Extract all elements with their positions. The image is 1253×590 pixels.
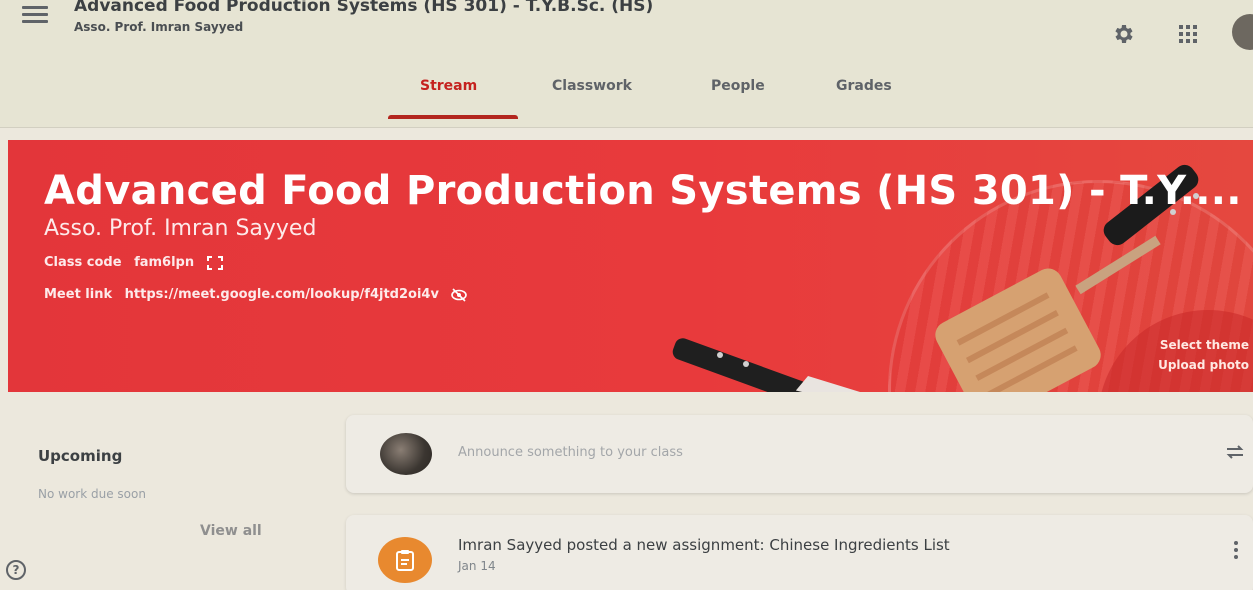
meet-link-row: Meet link https://meet.google.com/lookup… (44, 287, 468, 302)
class-code-label: Class code (44, 255, 122, 270)
select-theme-link[interactable]: Select theme (1160, 338, 1249, 352)
account-avatar[interactable] (1232, 14, 1253, 50)
tab-bar: Stream Classwork People Grades (0, 70, 1253, 120)
upcoming-title: Upcoming (38, 447, 123, 465)
tab-stream[interactable]: Stream (420, 78, 477, 94)
tab-grades[interactable]: Grades (836, 78, 892, 94)
page-subtitle: Asso. Prof. Imran Sayyed (74, 20, 244, 34)
upcoming-card: Upcoming No work due soon View all (20, 425, 330, 590)
class-banner: Advanced Food Production Systems (HS 301… (8, 140, 1253, 392)
app-bar: Advanced Food Production Systems (HS 301… (0, 0, 1253, 128)
assignment-icon[interactable] (378, 537, 432, 583)
class-title: Advanced Food Production Systems (HS 301… (44, 168, 1242, 214)
visibility-off-icon[interactable] (451, 287, 468, 302)
upload-photo-link[interactable]: Upload photo (1158, 358, 1249, 372)
active-tab-indicator (388, 115, 518, 119)
page-title: Advanced Food Production Systems (HS 301… (74, 0, 654, 16)
user-avatar (380, 433, 432, 475)
gear-icon[interactable] (1111, 22, 1135, 46)
post-date: Jan 14 (458, 559, 496, 573)
fullscreen-icon[interactable] (206, 255, 223, 270)
class-code-row: Class code fam6lpn (44, 255, 223, 270)
apps-grid-icon[interactable] (1176, 22, 1200, 46)
tab-classwork[interactable]: Classwork (552, 78, 632, 94)
view-all-link[interactable]: View all (200, 523, 262, 539)
class-code-value: fam6lpn (134, 255, 195, 270)
teacher-name: Asso. Prof. Imran Sayyed (44, 216, 317, 241)
announce-placeholder[interactable]: Announce something to your class (458, 445, 683, 460)
repost-icon[interactable] (1224, 441, 1246, 463)
meet-link-url[interactable]: https://meet.google.com/lookup/f4jtd2oi4… (125, 287, 439, 302)
announce-box[interactable]: Announce something to your class (346, 415, 1253, 493)
meet-link-label: Meet link (44, 287, 113, 302)
menu-icon[interactable] (22, 6, 48, 24)
upcoming-empty-text: No work due soon (38, 487, 146, 501)
more-vert-icon[interactable] (1230, 539, 1242, 561)
help-icon[interactable]: ? (6, 560, 26, 580)
stream-post: Imran Sayyed posted a new assignment: Ch… (346, 515, 1253, 590)
post-title[interactable]: Imran Sayyed posted a new assignment: Ch… (458, 536, 950, 554)
tab-people[interactable]: People (711, 78, 765, 94)
